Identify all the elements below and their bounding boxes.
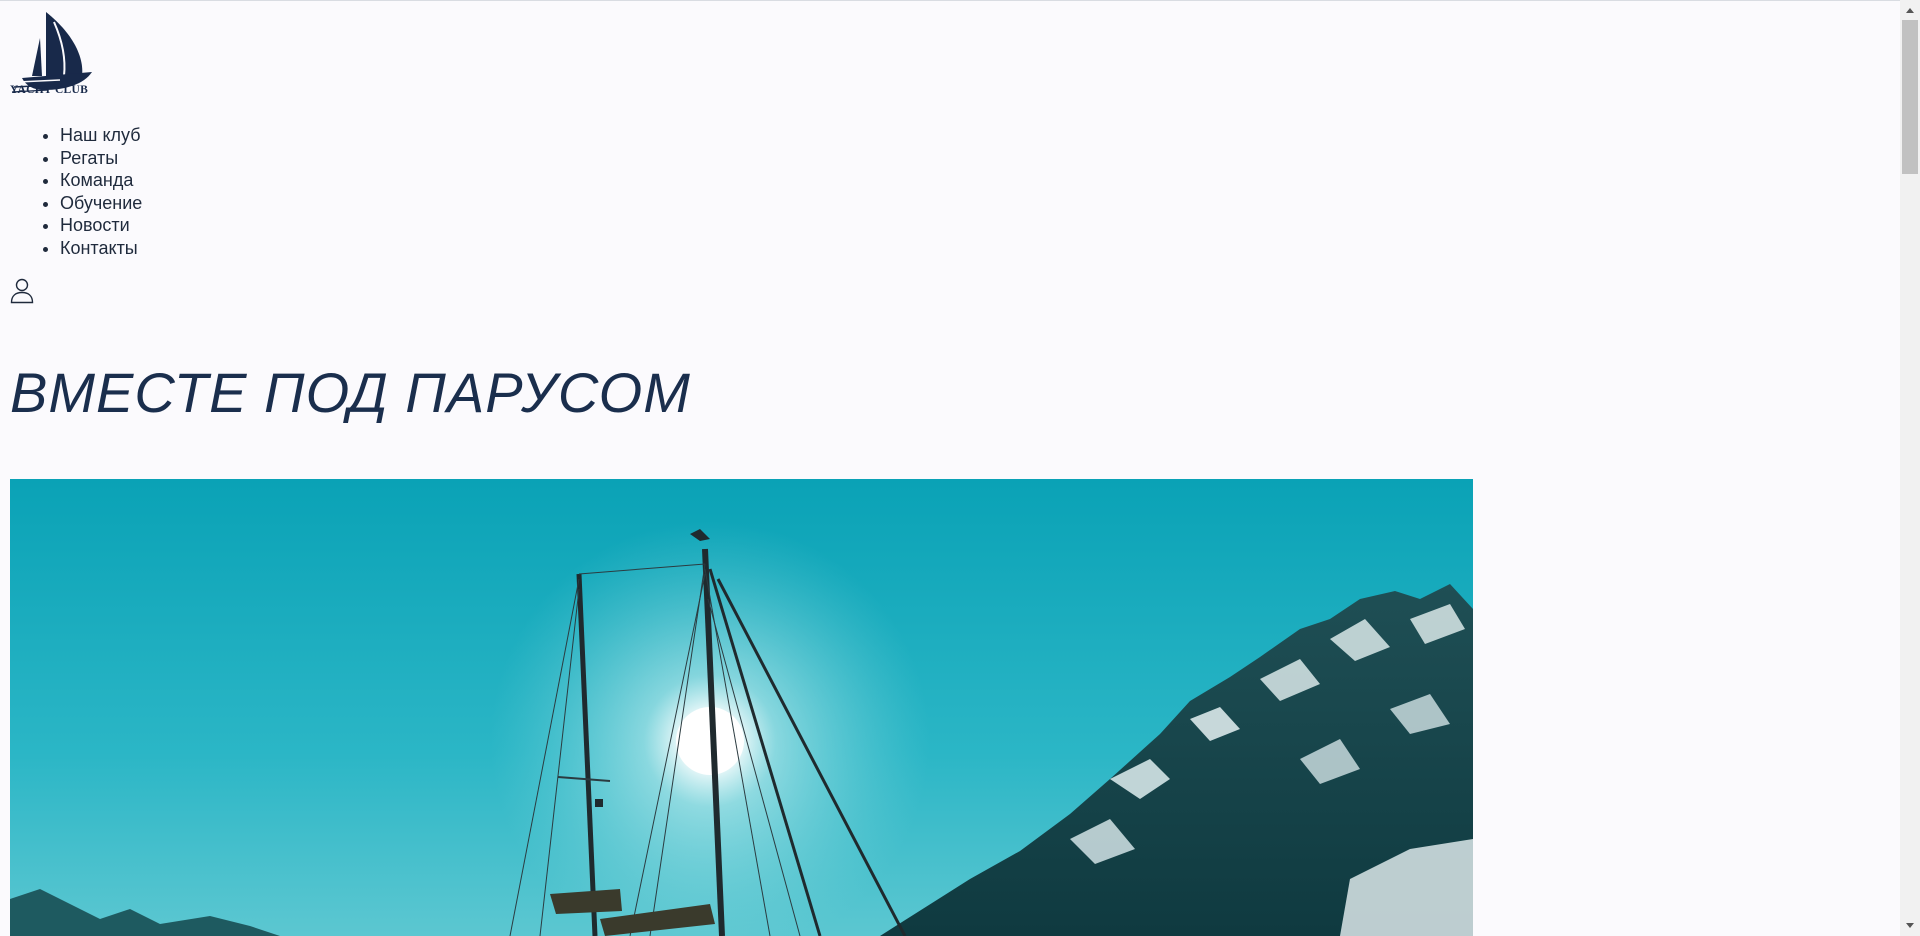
nav-link[interactable]: Регаты bbox=[60, 148, 118, 168]
scroll-down-arrow-icon[interactable] bbox=[1900, 916, 1920, 934]
main-nav: Наш клуб Регаты Команда Обучение Новости… bbox=[0, 124, 142, 259]
nav-item-contacts[interactable]: Контакты bbox=[60, 237, 142, 260]
user-icon[interactable] bbox=[10, 278, 34, 304]
nav-link[interactable]: Обучение bbox=[60, 193, 142, 213]
scrollbar-thumb[interactable] bbox=[1902, 20, 1918, 174]
nav-link[interactable]: Новости bbox=[60, 215, 130, 235]
scroll-up-arrow-icon[interactable] bbox=[1900, 2, 1920, 20]
nav-item-our-club[interactable]: Наш клуб bbox=[60, 124, 142, 147]
hero-image bbox=[10, 479, 1473, 936]
page: YACHT CLUB Наш клуб Регаты Команда Обуче… bbox=[0, 0, 1900, 936]
nav-link[interactable]: Наш клуб bbox=[60, 125, 141, 145]
nav-item-training[interactable]: Обучение bbox=[60, 192, 142, 215]
nav-item-team[interactable]: Команда bbox=[60, 169, 142, 192]
nav-item-regattas[interactable]: Регаты bbox=[60, 147, 142, 170]
vertical-scrollbar[interactable] bbox=[1900, 0, 1920, 936]
hero-title: ВМЕСТЕ ПОД ПАРУСОМ bbox=[10, 361, 691, 424]
logo-text: YACHT CLUB bbox=[10, 84, 89, 96]
nav-link[interactable]: Команда bbox=[60, 170, 133, 190]
nav-link[interactable]: Контакты bbox=[60, 238, 138, 258]
nav-item-news[interactable]: Новости bbox=[60, 214, 142, 237]
